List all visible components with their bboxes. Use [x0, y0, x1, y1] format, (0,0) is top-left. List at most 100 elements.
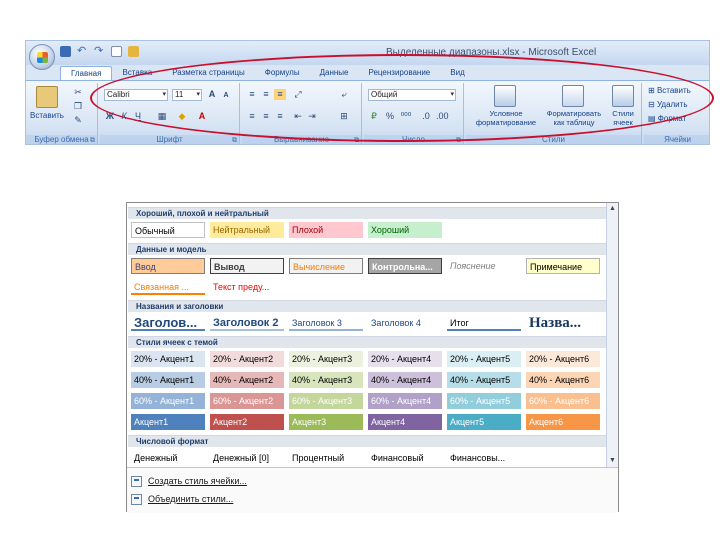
italic-icon[interactable]: К — [118, 111, 130, 122]
currency-icon[interactable]: ₽ — [368, 111, 380, 122]
decrease-decimal-icon[interactable]: .00 — [436, 111, 449, 122]
cell-style-swatch[interactable]: Итог — [447, 315, 521, 331]
cell-style-swatch[interactable]: 40% - Акцент5 — [447, 372, 521, 388]
cell-style-swatch[interactable]: Примечание — [526, 258, 600, 274]
cell-style-swatch[interactable]: 60% - Акцент2 — [210, 393, 284, 409]
cell-style-swatch[interactable]: Вывод — [210, 258, 284, 274]
dialog-launcher-icon[interactable]: ⧉ — [456, 136, 461, 144]
paste-button-label[interactable]: Вставить — [30, 111, 64, 120]
cell-style-swatch[interactable]: 40% - Акцент6 — [526, 372, 600, 388]
tab-data[interactable]: Данные — [310, 66, 359, 80]
cell-styles-button[interactable]: Стили ячеек — [604, 109, 642, 127]
cell-style-swatch[interactable]: 60% - Акцент3 — [289, 393, 363, 409]
cell-style-swatch[interactable]: 40% - Акцент1 — [131, 372, 205, 388]
fill-color-icon[interactable]: ◆ — [176, 111, 188, 122]
cell-style-swatch[interactable]: Заголовок 3 — [289, 315, 363, 331]
tab-page-layout[interactable]: Разметка страницы — [162, 66, 255, 80]
cell-style-swatch[interactable]: 60% - Акцент1 — [131, 393, 205, 409]
cell-style-swatch[interactable]: Пояснение — [447, 258, 521, 274]
underline-icon[interactable]: Ч — [132, 111, 144, 122]
tab-formulas[interactable]: Формулы — [255, 66, 310, 80]
cell-style-swatch[interactable]: Финансовы... — [447, 450, 521, 466]
increase-indent-icon[interactable]: ⇥ — [306, 111, 318, 122]
cell-style-swatch[interactable]: Процентный — [289, 450, 363, 466]
conditional-format-button[interactable]: Условное форматирование — [468, 109, 544, 127]
cell-style-swatch[interactable]: Ввод — [131, 258, 205, 274]
dialog-launcher-icon[interactable]: ⧉ — [354, 136, 359, 144]
align-center-icon[interactable]: ≡ — [260, 111, 272, 122]
align-middle-icon[interactable]: ≡ — [260, 89, 272, 100]
cell-style-swatch[interactable]: 40% - Акцент3 — [289, 372, 363, 388]
increase-decimal-icon[interactable]: .0 — [420, 111, 432, 122]
align-bottom-icon[interactable]: ≡ — [274, 89, 286, 100]
cut-icon[interactable]: ✂ — [72, 87, 84, 98]
copy-icon[interactable]: ❐ — [72, 101, 84, 112]
cell-style-swatch[interactable]: Финансовый — [368, 450, 442, 466]
format-as-table-button[interactable]: Форматировать как таблицу — [542, 109, 606, 127]
cell-style-swatch[interactable]: Вычисление — [289, 258, 363, 274]
cell-style-swatch[interactable]: Заголовок 2 — [210, 315, 284, 331]
align-top-icon[interactable]: ≡ — [246, 89, 258, 100]
grow-font-icon[interactable]: A — [206, 89, 218, 100]
decrease-indent-icon[interactable]: ⇤ — [292, 111, 304, 122]
cell-style-swatch[interactable]: Связанная ... — [131, 279, 205, 295]
merge-styles-item[interactable]: Объединить стили... — [131, 492, 233, 506]
cell-style-swatch[interactable]: Акцент4 — [368, 414, 442, 430]
cell-style-swatch[interactable]: Денежный [0] — [210, 450, 284, 466]
percent-icon[interactable]: % — [384, 111, 396, 122]
cell-style-swatch[interactable]: 40% - Акцент2 — [210, 372, 284, 388]
cell-style-swatch[interactable]: Заголовок 4 — [368, 315, 442, 331]
cell-style-swatch[interactable]: 60% - Акцент4 — [368, 393, 442, 409]
merge-center-icon[interactable]: ⊞ — [338, 111, 350, 122]
cell-style-swatch[interactable]: Акцент1 — [131, 414, 205, 430]
cell-style-swatch[interactable]: 20% - Акцент1 — [131, 351, 205, 367]
cell-style-swatch[interactable]: 20% - Акцент4 — [368, 351, 442, 367]
cell-style-swatch[interactable]: 60% - Акцент5 — [447, 393, 521, 409]
paste-icon[interactable] — [36, 86, 58, 108]
scroll-up-icon[interactable]: ▲ — [608, 205, 617, 213]
cell-style-swatch[interactable]: Денежный — [131, 450, 205, 466]
font-size-select[interactable]: 11 ▾ — [172, 89, 202, 101]
tab-view[interactable]: Вид — [440, 66, 474, 80]
cell-style-swatch[interactable]: Нейтральный — [210, 222, 284, 238]
cell-style-swatch[interactable]: 20% - Акцент6 — [526, 351, 600, 367]
cell-style-swatch[interactable]: Текст преду... — [210, 279, 284, 295]
format-as-table-icon[interactable] — [562, 85, 584, 107]
cell-style-swatch[interactable]: Плохой — [289, 222, 363, 238]
dialog-launcher-icon[interactable]: ⧉ — [90, 136, 95, 144]
cell-style-swatch[interactable]: 20% - Акцент5 — [447, 351, 521, 367]
borders-icon[interactable]: ▦ — [156, 111, 168, 122]
cell-styles-icon[interactable] — [612, 85, 634, 107]
cell-style-swatch[interactable]: Акцент6 — [526, 414, 600, 430]
wrap-text-icon[interactable]: ⤶ — [338, 89, 350, 100]
font-color-icon[interactable]: A — [196, 111, 208, 122]
cell-style-swatch[interactable]: Контрольна... — [368, 258, 442, 274]
bold-icon[interactable]: Ж — [104, 111, 116, 122]
gallery-scrollbar[interactable]: ▲ ▼ — [606, 203, 618, 467]
redo-icon[interactable]: ↷ — [94, 46, 105, 57]
cell-style-swatch[interactable]: 40% - Акцент4 — [368, 372, 442, 388]
orientation-icon[interactable]: ⤢ — [292, 89, 304, 100]
number-format-select[interactable]: Общий ▾ — [368, 89, 456, 101]
tab-insert[interactable]: Вставка — [112, 66, 162, 80]
cell-style-swatch[interactable]: Акцент5 — [447, 414, 521, 430]
cell-style-swatch[interactable]: 60% - Акцент6 — [526, 393, 600, 409]
dialog-launcher-icon[interactable]: ⧉ — [232, 136, 237, 144]
cell-style-swatch[interactable]: 20% - Акцент2 — [210, 351, 284, 367]
thousands-separator-icon[interactable]: ⁰⁰⁰ — [400, 111, 412, 122]
new-document-icon[interactable] — [111, 46, 122, 57]
office-button[interactable] — [29, 44, 55, 70]
align-right-icon[interactable]: ≡ — [274, 111, 286, 122]
cell-style-swatch[interactable]: Акцент3 — [289, 414, 363, 430]
tab-home[interactable]: Главная — [60, 66, 113, 80]
format-painter-icon[interactable]: ✎ — [72, 115, 84, 126]
cell-style-swatch[interactable]: Акцент2 — [210, 414, 284, 430]
shrink-font-icon[interactable]: A — [220, 90, 232, 101]
undo-icon[interactable]: ↶ — [77, 46, 88, 57]
cell-style-swatch[interactable]: Заголов... — [131, 315, 205, 331]
scroll-down-icon[interactable]: ▼ — [608, 457, 617, 465]
font-name-select[interactable]: Calibri ▾ — [104, 89, 168, 101]
format-cells-button[interactable]: ▤ Формат — [648, 114, 686, 123]
cell-style-swatch[interactable]: Обычный — [131, 222, 205, 238]
new-cell-style-item[interactable]: Создать стиль ячейки... — [131, 474, 247, 488]
